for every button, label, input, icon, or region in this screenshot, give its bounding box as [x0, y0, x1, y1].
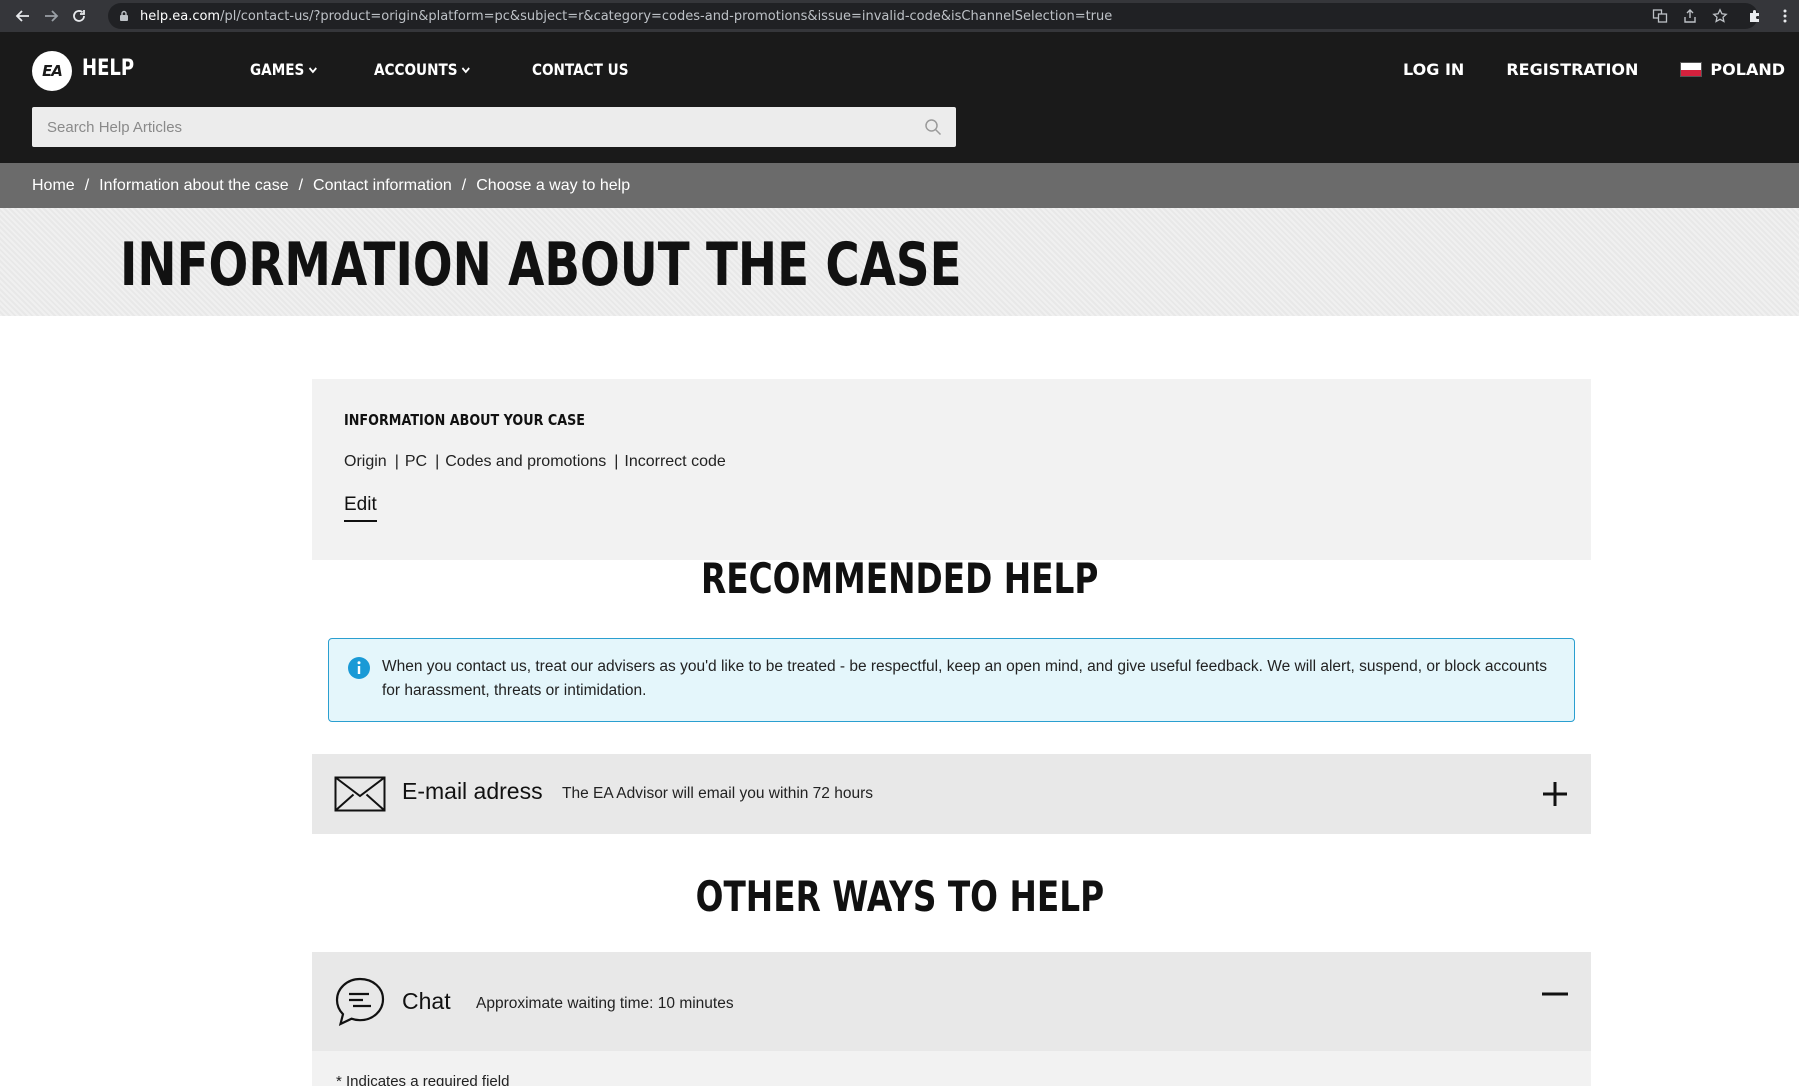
envelope-icon: [334, 776, 386, 812]
email-option-description: The EA Advisor will email you within 72 …: [562, 785, 874, 802]
translate-icon[interactable]: [1652, 8, 1668, 24]
conduct-notice: When you contact us, treat our advisers …: [328, 638, 1575, 722]
tag-separator: |: [435, 453, 440, 470]
breadcrumb: Home / Information about the case / Cont…: [0, 163, 1799, 208]
nav-contact-us[interactable]: CONTACT US: [532, 60, 629, 79]
region-label: POLAND: [1710, 60, 1785, 79]
other-ways-title: OTHER WAYS TO HELP: [695, 872, 1104, 921]
case-tag-issue: Incorrect code: [624, 453, 726, 470]
edit-case-link[interactable]: Edit: [344, 494, 377, 522]
email-option[interactable]: E-mail adress The EA Advisor will email …: [312, 754, 1591, 834]
case-tag-category: Codes and promotions: [445, 453, 607, 470]
email-option-title: E-mail adress: [402, 778, 543, 804]
breadcrumb-current: Choose a way to help: [476, 176, 631, 194]
browser-toolbar: help.ea.com/pl/contact-us/?product=origi…: [0, 0, 1799, 32]
poland-flag-icon: [1680, 62, 1703, 77]
recommended-help-heading: RECOMMENDED HELP: [0, 554, 1799, 603]
search-icon[interactable]: [924, 118, 942, 136]
lock-icon: [120, 10, 128, 21]
tag-separator: |: [614, 453, 619, 470]
nav-games[interactable]: GAMES: [250, 60, 318, 79]
chat-option-title: Chat: [402, 988, 451, 1014]
site-header: EA HELP GAMES ACCOUNTS CONTACT US LOG IN…: [0, 32, 1799, 163]
help-brand[interactable]: HELP: [82, 56, 134, 81]
search-bar: [32, 107, 956, 147]
tag-separator: |: [394, 453, 399, 470]
registration-link[interactable]: REGISTRATION: [1506, 60, 1638, 79]
nav-games-label: GAMES: [250, 60, 305, 79]
address-bar[interactable]: help.ea.com/pl/contact-us/?product=origi…: [108, 3, 1758, 29]
case-tags: Origin | PC | Codes and promotions | Inc…: [344, 453, 726, 471]
chevron-down-icon: [308, 66, 317, 73]
url-domain: help.ea.com: [140, 8, 221, 24]
breadcrumb-home[interactable]: Home: [32, 177, 75, 195]
minus-icon[interactable]: [1541, 980, 1569, 1008]
conduct-notice-text: When you contact us, treat our advisers …: [382, 658, 1547, 699]
chat-option-description: Approximate waiting time: 10 minutes: [476, 995, 734, 1012]
chat-option[interactable]: Chat Approximate waiting time: 10 minute…: [312, 952, 1591, 1051]
required-field-note: * Indicates a required field: [336, 1073, 510, 1086]
breadcrumb-separator: /: [84, 176, 90, 194]
forward-button[interactable]: [40, 5, 62, 27]
arrow-right-icon: [45, 10, 59, 22]
ea-logo-text: EA: [42, 62, 63, 80]
page-title: INFORMATION ABOUT THE CASE: [120, 230, 962, 300]
share-icon[interactable]: [1682, 8, 1698, 24]
url-text: help.ea.com/pl/contact-us/?product=origi…: [140, 9, 1112, 24]
breadcrumb-separator: /: [461, 176, 467, 194]
info-icon: [348, 657, 370, 679]
arrow-left-icon: [15, 10, 29, 22]
case-tag-platform: PC: [404, 453, 428, 470]
account-nav: LOG IN REGISTRATION POLAND: [1361, 60, 1785, 79]
nav-accounts[interactable]: ACCOUNTS: [374, 60, 471, 79]
breadcrumb-case-info[interactable]: Information about the case: [99, 177, 288, 195]
nav-accounts-label: ACCOUNTS: [373, 60, 458, 79]
reload-icon: [73, 10, 85, 22]
other-ways-heading: OTHER WAYS TO HELP: [0, 872, 1799, 921]
case-info-panel: INFORMATION ABOUT YOUR CASE Origin | PC …: [312, 379, 1591, 560]
extensions-puzzle-icon[interactable]: [1747, 8, 1763, 24]
bookmark-star-icon[interactable]: [1712, 8, 1728, 24]
nav-contact-us-label: CONTACT US: [532, 60, 629, 79]
reload-button[interactable]: [68, 5, 90, 27]
menu-kebab-icon[interactable]: [1777, 8, 1793, 24]
main-nav: GAMES ACCOUNTS CONTACT US: [250, 60, 690, 79]
recommended-help-title: RECOMMENDED HELP: [700, 554, 1099, 603]
page-title-band: INFORMATION ABOUT THE CASE: [0, 208, 1799, 316]
case-tag-product: Origin: [344, 453, 387, 470]
search-input[interactable]: [47, 118, 907, 136]
login-link[interactable]: LOG IN: [1403, 60, 1464, 79]
ea-logo[interactable]: EA: [32, 51, 72, 91]
url-path: /pl/contact-us/?product=origin&platform=…: [220, 8, 1113, 24]
breadcrumb-contact-info[interactable]: Contact information: [313, 177, 452, 195]
region-selector[interactable]: POLAND: [1680, 60, 1785, 79]
chat-form-area: * Indicates a required field: [312, 1051, 1591, 1086]
back-button[interactable]: [12, 5, 34, 27]
plus-icon[interactable]: [1541, 780, 1569, 808]
chat-bubble-icon: [335, 977, 385, 1027]
case-info-heading: INFORMATION ABOUT YOUR CASE: [344, 411, 586, 429]
chevron-down-icon: [461, 66, 470, 73]
breadcrumb-separator: /: [298, 176, 304, 194]
